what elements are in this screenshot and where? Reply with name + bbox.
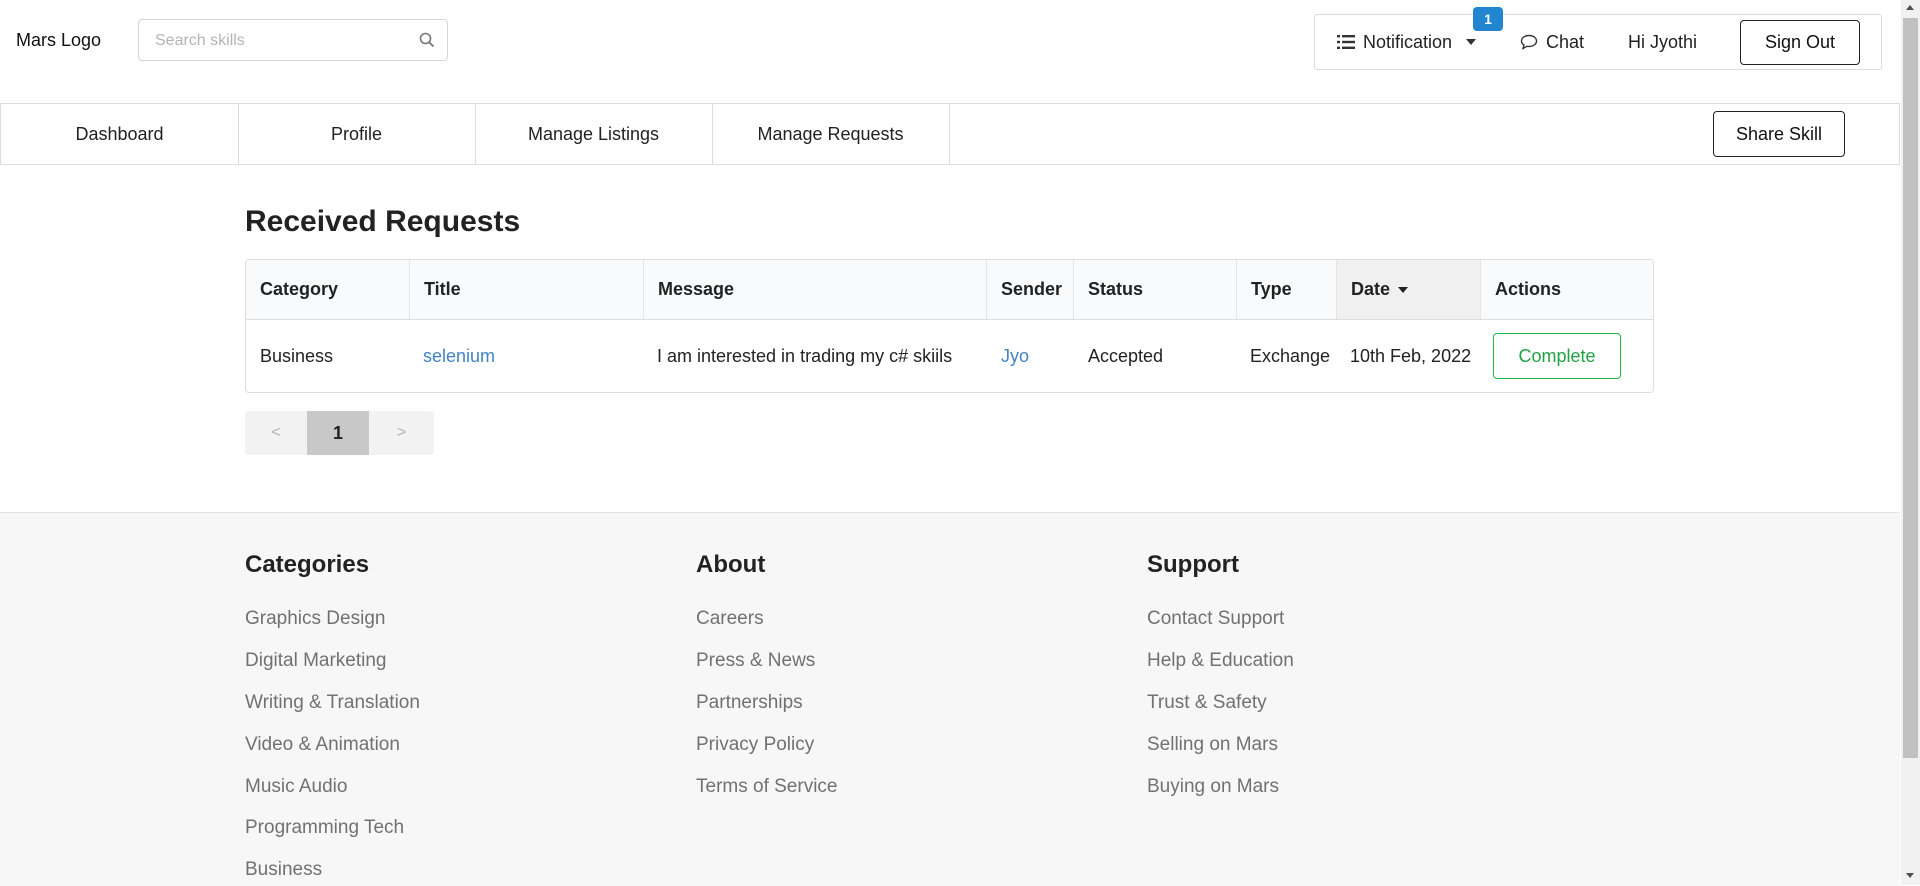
table-row: Business selenium I am interested in tra… [246, 320, 1653, 392]
scrollbar-thumb[interactable] [1903, 18, 1918, 758]
next-page-button[interactable]: > [369, 411, 434, 455]
column-header-category[interactable]: Category [246, 260, 410, 319]
notification-count-badge: 1 [1473, 7, 1503, 31]
column-header-sender[interactable]: Sender [987, 260, 1074, 319]
table-header-row: Category Title Message Sender Status Typ… [246, 260, 1653, 320]
share-skill-button[interactable]: Share Skill [1713, 111, 1845, 157]
sort-descending-icon [1398, 286, 1409, 293]
user-greeting[interactable]: Hi Jyothi [1628, 15, 1697, 69]
footer-link-graphics-design[interactable]: Graphics Design [245, 608, 385, 630]
footer-link-careers[interactable]: Careers [696, 608, 764, 630]
column-header-actions: Actions [1495, 279, 1562, 299]
chat-link[interactable]: Chat [1520, 15, 1584, 69]
sender-link[interactable]: Jyo [1001, 346, 1029, 367]
list-icon [1337, 35, 1355, 49]
footer-link-video-animation[interactable]: Video & Animation [245, 734, 400, 756]
column-header-date-label: Date [1351, 279, 1391, 299]
search-input[interactable] [153, 20, 407, 62]
footer-link-privacy-policy[interactable]: Privacy Policy [696, 734, 814, 756]
column-header-type[interactable]: Type [1237, 260, 1337, 319]
sign-out-button[interactable]: Sign Out [1740, 20, 1860, 65]
search-box [138, 19, 448, 62]
chat-icon [1520, 34, 1538, 50]
column-header-date[interactable]: Date [1337, 260, 1481, 319]
vertical-scrollbar[interactable] [1901, 0, 1920, 885]
footer-support-title: Support [1147, 551, 1239, 578]
footer-about-title: About [696, 551, 766, 578]
cell-actions: Complete [1481, 320, 1653, 392]
cell-category: Business [260, 345, 334, 366]
page-1-button[interactable]: 1 [307, 411, 369, 455]
scroll-down-arrow-icon[interactable] [1906, 873, 1914, 878]
mars-logo[interactable]: Mars Logo [16, 30, 101, 51]
footer-link-terms-of-service[interactable]: Terms of Service [696, 776, 837, 798]
cell-sender: Jyo [987, 320, 1074, 392]
caret-down-icon [1466, 39, 1477, 45]
tab-profile[interactable]: Profile [238, 104, 476, 164]
chat-label: Chat [1546, 31, 1585, 52]
search-icon[interactable] [419, 32, 435, 48]
footer-link-partnerships[interactable]: Partnerships [696, 692, 803, 714]
complete-button[interactable]: Complete [1493, 333, 1621, 379]
column-header-status[interactable]: Status [1074, 260, 1237, 319]
cell-title: selenium [410, 320, 644, 392]
tab-manage-listings[interactable]: Manage Listings [475, 104, 713, 164]
column-header-title[interactable]: Title [410, 260, 644, 319]
footer-link-buying-on-mars[interactable]: Buying on Mars [1147, 776, 1279, 798]
tab-dashboard[interactable]: Dashboard [1, 104, 239, 164]
footer-link-press-news[interactable]: Press & News [696, 650, 815, 672]
cell-date: 10th Feb, 2022 [1350, 345, 1472, 366]
footer-link-selling-on-mars[interactable]: Selling on Mars [1147, 734, 1278, 756]
footer-link-programming-tech[interactable]: Programming Tech [245, 817, 404, 839]
notification-label: Notification [1363, 31, 1453, 52]
footer-link-writing-translation[interactable]: Writing & Translation [245, 692, 420, 714]
footer-link-digital-marketing[interactable]: Digital Marketing [245, 650, 387, 672]
cell-message: I am interested in trading my c# skiils [657, 345, 953, 366]
cell-status: Accepted [1088, 345, 1164, 366]
footer-link-contact-support[interactable]: Contact Support [1147, 608, 1284, 630]
scroll-up-arrow-icon[interactable] [1906, 5, 1914, 10]
notification-dropdown[interactable]: Notification [1337, 15, 1477, 69]
footer-link-trust-safety[interactable]: Trust & Safety [1147, 692, 1267, 714]
main-nav: Dashboard Profile Manage Listings Manage… [0, 103, 1900, 165]
footer: Categories Graphics Design Digital Marke… [0, 512, 1900, 886]
prev-page-button[interactable]: < [245, 411, 307, 455]
footer-link-music-audio[interactable]: Music Audio [245, 776, 347, 798]
requests-table: Category Title Message Sender Status Typ… [245, 259, 1654, 393]
tab-manage-requests[interactable]: Manage Requests [712, 104, 950, 164]
request-title-link[interactable]: selenium [423, 346, 495, 367]
page-title: Received Requests [245, 205, 521, 238]
footer-link-business[interactable]: Business [245, 859, 322, 881]
user-menu: Notification 1 Chat Hi Jyothi Sign Out [1314, 7, 1882, 70]
cell-type: Exchange [1250, 345, 1331, 366]
column-header-message[interactable]: Message [644, 260, 987, 319]
pagination: < 1 > [245, 411, 434, 455]
footer-categories-title: Categories [245, 551, 370, 578]
footer-link-help-education[interactable]: Help & Education [1147, 650, 1294, 672]
